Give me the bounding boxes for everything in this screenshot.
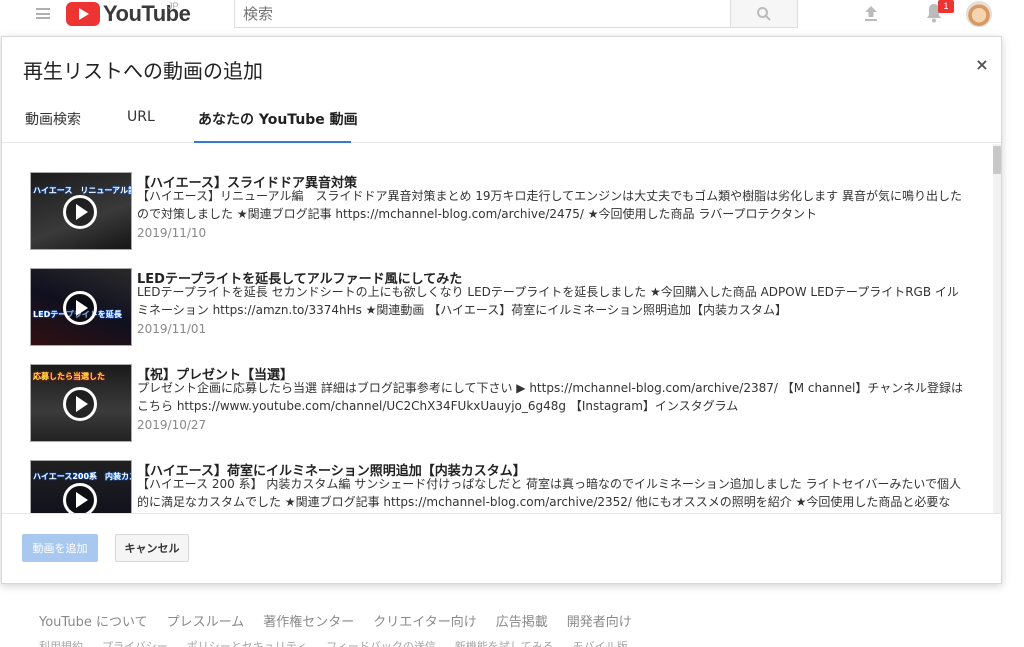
video-date: 2019/11/10 [137, 226, 207, 240]
footer-link[interactable]: ポリシーとセキュリティ [187, 638, 307, 647]
cancel-button[interactable]: キャンセル [115, 534, 189, 562]
footer-links-secondary: 利用規約 プライバシー ポリシーとセキュリティ フィードバックの送信 新機能を試… [39, 638, 628, 647]
avatar[interactable] [966, 1, 992, 27]
play-icon [63, 483, 97, 514]
video-description: 【ハイエース 200 系】 内装カスタム編 サンシェード付けっぱなしだと 荷室は… [137, 477, 961, 509]
footer-link[interactable]: フィードバックの送信 [326, 638, 436, 647]
footer-link[interactable]: 開発者向け [567, 611, 632, 630]
footer-link[interactable]: プライバシー [102, 638, 168, 647]
play-icon [63, 291, 97, 325]
dialog-title: 再生リストへの動画の追加 [23, 59, 263, 83]
add-video-button[interactable]: 動画を追加 [22, 534, 98, 562]
tab-your-videos[interactable]: あなたの YouTube 動画 [198, 109, 358, 129]
play-icon [63, 387, 97, 421]
footer-link[interactable]: 著作権センター [263, 611, 354, 630]
scrollbar-thumb[interactable] [993, 146, 1001, 174]
footer-link[interactable]: プレスルーム [167, 611, 245, 630]
video-thumbnail: ハイエース200系 内装カスタム [30, 460, 132, 514]
video-item[interactable]: LEDテープライトを延長 LEDテープライトを延長してアルファード風にしてみた … [2, 268, 987, 364]
dialog-footer: 動画を追加 キャンセル [2, 513, 1001, 583]
masthead: YouTube JP 1 [0, 0, 1024, 30]
footer-link[interactable]: 広告掲載 [496, 611, 548, 630]
video-thumbnail: ハイエース リニューアル計画 スライドドア異音対策 [30, 172, 132, 250]
add-video-dialog: 再生リストへの動画の追加 × 動画検索 URL あなたの YouTube 動画 … [1, 36, 1002, 584]
play-icon [63, 195, 97, 229]
menu-icon[interactable] [36, 8, 50, 19]
search-button[interactable] [730, 0, 798, 28]
video-description: LEDテープライトを延長 セカンドシートの上にも欲しくなり LEDテープライトを… [137, 285, 959, 317]
video-item[interactable]: ハイエース200系 内装カスタム 【ハイエース】荷室にイルミネーション照明追加【… [2, 460, 987, 514]
video-date: 2019/11/01 [137, 322, 207, 336]
footer-link[interactable]: モバイル版 [573, 638, 628, 647]
search-input[interactable] [234, 0, 731, 28]
video-date: 2019/10/27 [137, 418, 207, 432]
tab-url[interactable]: URL [127, 109, 155, 125]
dialog-tabs: 動画検索 URL あなたの YouTube 動画 [2, 97, 1001, 143]
search-icon [757, 6, 771, 21]
upload-icon[interactable] [862, 4, 880, 22]
video-item[interactable]: ハイエース リニューアル計画 スライドドア異音対策 【ハイエース】スライドドア異… [2, 172, 987, 268]
video-list: ハイエース リニューアル計画 スライドドア異音対策 【ハイエース】スライドドア異… [2, 144, 1001, 514]
video-thumbnail: LEDテープライトを延長 [30, 268, 132, 346]
video-description: 【ハイエース】リニューアル編 スライドドア異音対策まとめ 19万キロ走行してエン… [137, 189, 962, 221]
video-description: プレゼント企画に応募したら当選 詳細はブログ記事参考にして下さい ▶ https… [137, 381, 964, 413]
list-scrollbar[interactable] [993, 144, 1001, 514]
active-tab-indicator [194, 141, 351, 143]
footer-link[interactable]: 新機能を試してみる [455, 638, 554, 647]
close-icon[interactable]: × [974, 57, 990, 73]
thumbnail-caption: ハイエース200系 内装カスタム [33, 472, 131, 481]
thumbnail-caption: 応募したら当選した [33, 372, 105, 381]
video-thumbnail: 応募したら当選した [30, 364, 132, 442]
footer-link[interactable]: 利用規約 [39, 638, 83, 647]
footer-links: YouTube について プレスルーム 著作権センター クリエイター向け 広告掲… [39, 611, 632, 630]
footer-link[interactable]: クリエイター向け [373, 611, 476, 630]
region-label: JP [168, 1, 179, 11]
notification-badge: 1 [938, 0, 954, 13]
video-item[interactable]: 応募したら当選した 【祝】プレゼント【当選】 プレゼント企画に応募したら当選 詳… [2, 364, 987, 460]
youtube-play-icon [66, 2, 100, 26]
footer-link[interactable]: YouTube について [39, 611, 148, 630]
tab-video-search[interactable]: 動画検索 [25, 109, 81, 129]
